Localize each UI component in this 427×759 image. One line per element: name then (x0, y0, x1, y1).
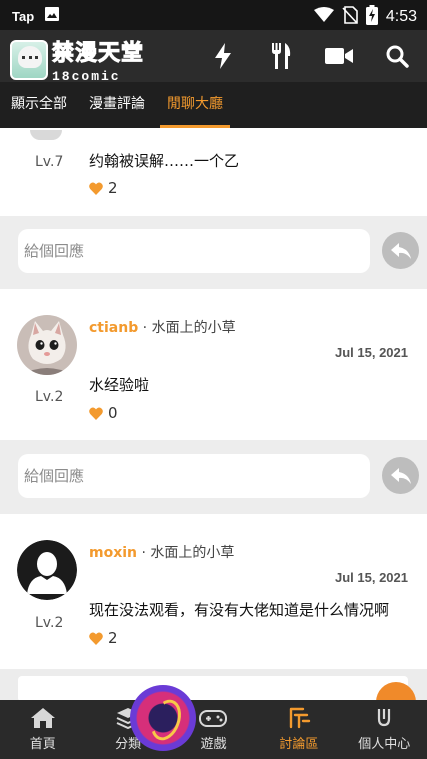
heart-icon (89, 632, 103, 645)
nav-home[interactable]: 首頁 (0, 700, 85, 759)
wifi-icon (313, 7, 334, 27)
comment-date: Jul 15, 2021 (335, 570, 408, 585)
floating-app-logo-icon[interactable] (130, 685, 196, 751)
video-camera-icon[interactable] (323, 40, 355, 72)
comment-date: Jul 15, 2021 (335, 345, 408, 360)
avatar[interactable] (17, 315, 77, 375)
comment-text: 约翰被误解……一个乙 (89, 152, 240, 170)
bottom-nav: 首頁 分類 遊戲 討論區 個人中心 (0, 700, 427, 759)
gamepad-icon (199, 707, 228, 729)
comment-text: 现在没法观看，有没有大佬知道是什么情况啊 (89, 601, 390, 619)
nav-forum-label: 討論區 (279, 737, 319, 752)
reply-row: 給個回應 (0, 441, 427, 511)
author-separator: · (138, 320, 152, 336)
default-user-icon (17, 540, 77, 600)
home-icon (30, 707, 56, 729)
user-level: Lv.7 (35, 154, 64, 170)
comment-author: moxin · 水面上的小草 (89, 542, 234, 562)
ad-banner[interactable] (0, 670, 427, 722)
user-level: Lv.2 (35, 389, 64, 405)
search-icon[interactable] (381, 40, 413, 72)
status-bar: Tap 4:53 (0, 0, 427, 30)
forum-icon (287, 707, 311, 729)
like-count: 0 (108, 404, 118, 422)
reply-arrow-icon (390, 467, 411, 484)
battery-charging-icon (365, 5, 378, 29)
tab-chat-lobby[interactable]: 閒聊大廳 (156, 82, 234, 128)
username[interactable]: ctianb (89, 320, 138, 336)
comment-feed[interactable]: Lv.7 约翰被误解……一个乙 2 給個回應 Lv.2 ctianb · 水面上… (0, 128, 427, 699)
reply-input[interactable]: 給個回應 (18, 229, 370, 273)
tab-bar: 顯示全部 漫畫評論 閒聊大廳 (0, 82, 427, 128)
reply-button[interactable] (382, 457, 419, 494)
nav-forum[interactable]: 討論區 (256, 700, 341, 759)
profile-icon (373, 707, 395, 729)
mascot-icon (10, 39, 48, 80)
forum-name: 水面上的小草 (151, 320, 236, 336)
user-level: Lv.2 (35, 615, 64, 631)
nav-home-label: 首頁 (29, 737, 56, 752)
reply-input[interactable]: 給個回應 (18, 454, 370, 498)
app-logo[interactable]: 禁漫天堂 18comic (10, 35, 144, 84)
ad-content (18, 676, 408, 702)
avatar[interactable] (17, 540, 77, 600)
comment-card: Lv.7 约翰被误解……一个乙 2 (0, 128, 427, 216)
no-sim-icon (342, 6, 358, 28)
heart-icon (89, 182, 103, 195)
nav-profile[interactable]: 個人中心 (342, 700, 427, 759)
like-button[interactable]: 2 (89, 179, 118, 197)
carrier-label: Tap (12, 8, 35, 24)
like-button[interactable]: 0 (89, 404, 118, 422)
heart-icon (89, 407, 103, 420)
nav-profile-label: 個人中心 (358, 737, 411, 752)
image-notification-icon (44, 6, 60, 26)
reply-row: 給個回應 (0, 216, 427, 286)
reply-button[interactable] (382, 232, 419, 269)
tab-comic-reviews[interactable]: 漫畫評論 (78, 82, 156, 128)
forum-name: 水面上的小草 (150, 545, 235, 561)
avatar (30, 130, 62, 140)
comment-author: ctianb · 水面上的小草 (89, 317, 236, 337)
lightning-icon[interactable] (207, 40, 239, 72)
comment-card: Lv.2 moxin · 水面上的小草 Jul 15, 2021 现在没法观看，… (0, 514, 427, 669)
nav-games-label: 遊戲 (200, 737, 227, 752)
like-count: 2 (108, 179, 118, 197)
like-button[interactable]: 2 (89, 629, 118, 647)
comment-card: Lv.2 ctianb · 水面上的小草 Jul 15, 2021 水经验啦 0 (0, 289, 427, 440)
comment-text: 水经验啦 (89, 376, 150, 394)
author-separator: · (137, 545, 151, 561)
username[interactable]: moxin (89, 545, 137, 561)
cat-avatar-icon (17, 315, 77, 375)
like-count: 2 (108, 629, 118, 647)
reply-arrow-icon (390, 242, 411, 259)
fork-knife-icon[interactable] (265, 40, 297, 72)
clock: 4:53 (385, 8, 417, 25)
logo-title: 禁漫天堂 (51, 41, 145, 67)
app-header: 禁漫天堂 18comic (0, 30, 427, 84)
tab-show-all[interactable]: 顯示全部 (0, 82, 78, 128)
